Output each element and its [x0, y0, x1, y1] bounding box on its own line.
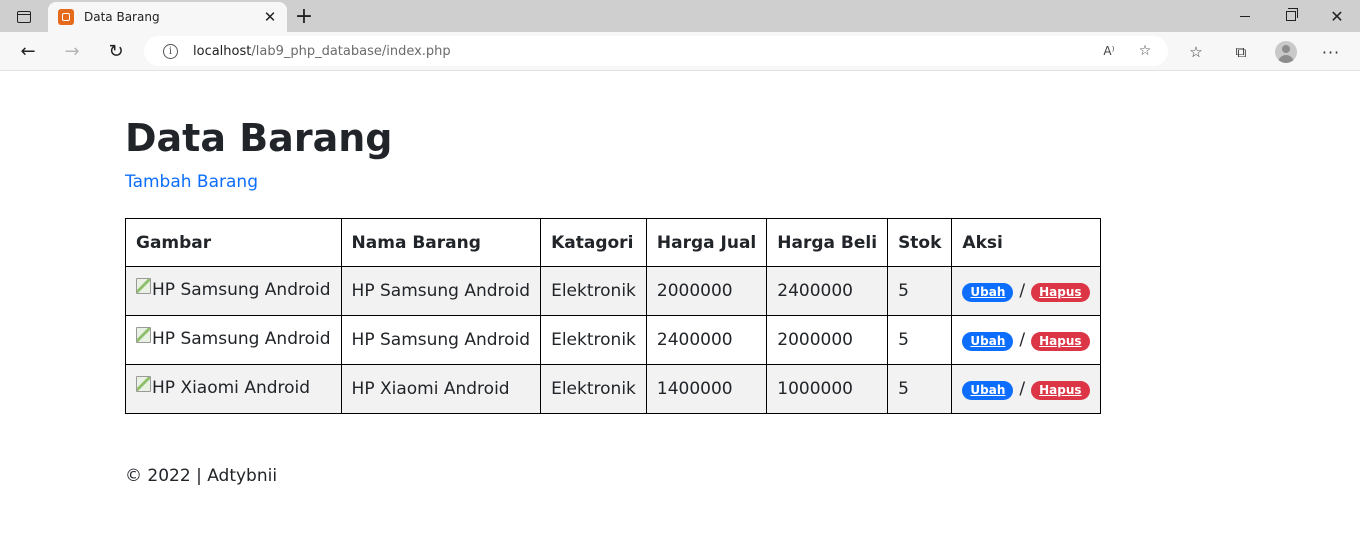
- delete-button[interactable]: Hapus: [1031, 380, 1090, 400]
- delete-button[interactable]: Hapus: [1031, 282, 1090, 302]
- add-favorite-icon[interactable]: ☆: [1134, 41, 1156, 61]
- close-icon[interactable]: ✕: [259, 6, 281, 28]
- navigation-bar: ← → ↻ i localhost/lab9_php_database/inde…: [0, 32, 1360, 71]
- xampp-favicon: [58, 9, 74, 25]
- header-stok: Stok: [887, 218, 953, 267]
- read-aloud-icon[interactable]: A⁾: [1098, 41, 1120, 61]
- action-separator: /: [1019, 280, 1026, 301]
- action-separator: /: [1019, 378, 1026, 399]
- plus-icon[interactable]: +: [290, 3, 318, 29]
- table-header-row: Gambar Nama Barang Katagori Harga Jual H…: [125, 218, 1101, 267]
- cell-harga-beli: 2400000: [766, 266, 889, 316]
- cell-harga-beli: 1000000: [766, 364, 889, 414]
- cell-kategori: Elektronik: [540, 315, 647, 365]
- page-title: Data Barang: [125, 116, 393, 160]
- reload-icon[interactable]: ↻: [100, 36, 132, 66]
- sidebar-icon[interactable]: [10, 6, 38, 28]
- broken-image-icon: [136, 326, 151, 343]
- header-harga-beli: Harga Beli: [766, 218, 889, 267]
- cell-nama: HP Samsung Android: [340, 266, 542, 316]
- cell-gambar: HP Samsung Android: [125, 315, 342, 365]
- cell-stok: 5: [887, 266, 953, 316]
- header-harga-jual: Harga Jual: [645, 218, 768, 267]
- footer-text: © 2022 | Adtybnii: [125, 466, 278, 486]
- cell-harga-beli: 2000000: [766, 315, 889, 365]
- header-aksi: Aksi: [951, 218, 1101, 267]
- restore-button[interactable]: [1268, 0, 1314, 32]
- forward-arrow-icon[interactable]: →: [56, 36, 88, 66]
- header-nama-barang: Nama Barang: [340, 218, 542, 267]
- cell-aksi: Ubah / Hapus: [951, 364, 1101, 414]
- cell-stok: 5: [887, 364, 953, 414]
- cell-aksi: Ubah / Hapus: [951, 315, 1101, 365]
- add-item-link[interactable]: Tambah Barang: [125, 172, 258, 192]
- broken-image-icon: [136, 375, 151, 392]
- favorites-icon[interactable]: ☆: [1181, 37, 1211, 67]
- collections-icon[interactable]: ⧉: [1226, 37, 1256, 67]
- cell-harga-jual: 2000000: [645, 266, 768, 316]
- table-row: HP Xiaomi Android HP Xiaomi Android Elek…: [125, 364, 1101, 414]
- items-table: Gambar Nama Barang Katagori Harga Jual H…: [125, 218, 1101, 414]
- address-bar[interactable]: i localhost/lab9_php_database/index.php …: [144, 36, 1168, 66]
- tab-title: Data Barang: [84, 10, 160, 24]
- broken-image-icon: [136, 277, 151, 294]
- header-kategori: Katagori: [540, 218, 647, 267]
- page-content: Data Barang Tambah Barang Gambar Nama Ba…: [0, 72, 1360, 560]
- header-gambar: Gambar: [125, 218, 342, 267]
- cell-nama: HP Xiaomi Android: [340, 364, 542, 414]
- cell-kategori: Elektronik: [540, 364, 647, 414]
- tab-strip: Data Barang ✕ + ✕: [0, 0, 1360, 32]
- delete-button[interactable]: Hapus: [1031, 331, 1090, 351]
- cell-gambar: HP Samsung Android: [125, 266, 342, 316]
- cell-harga-jual: 1400000: [645, 364, 768, 414]
- cell-harga-jual: 2400000: [645, 315, 768, 365]
- edit-button[interactable]: Ubah: [962, 380, 1014, 400]
- browser-tab[interactable]: Data Barang ✕: [48, 2, 287, 32]
- table-row: HP Samsung Android HP Samsung Android El…: [125, 315, 1101, 365]
- info-icon[interactable]: i: [163, 43, 178, 59]
- cell-stok: 5: [887, 315, 953, 365]
- action-separator: /: [1019, 329, 1026, 350]
- back-arrow-icon[interactable]: ←: [12, 36, 44, 66]
- edit-button[interactable]: Ubah: [962, 282, 1014, 302]
- cell-aksi: Ubah / Hapus: [951, 266, 1101, 316]
- cell-gambar: HP Xiaomi Android: [125, 364, 342, 414]
- minimize-button[interactable]: [1222, 0, 1268, 32]
- cell-nama: HP Samsung Android: [340, 315, 542, 365]
- more-icon[interactable]: ···: [1316, 37, 1346, 67]
- profile-icon[interactable]: [1271, 37, 1301, 67]
- table-row: HP Samsung Android HP Samsung Android El…: [125, 266, 1101, 316]
- window-close-button[interactable]: ✕: [1314, 0, 1360, 32]
- edit-button[interactable]: Ubah: [962, 331, 1014, 351]
- cell-kategori: Elektronik: [540, 266, 647, 316]
- url-text[interactable]: localhost/lab9_php_database/index.php: [193, 44, 451, 59]
